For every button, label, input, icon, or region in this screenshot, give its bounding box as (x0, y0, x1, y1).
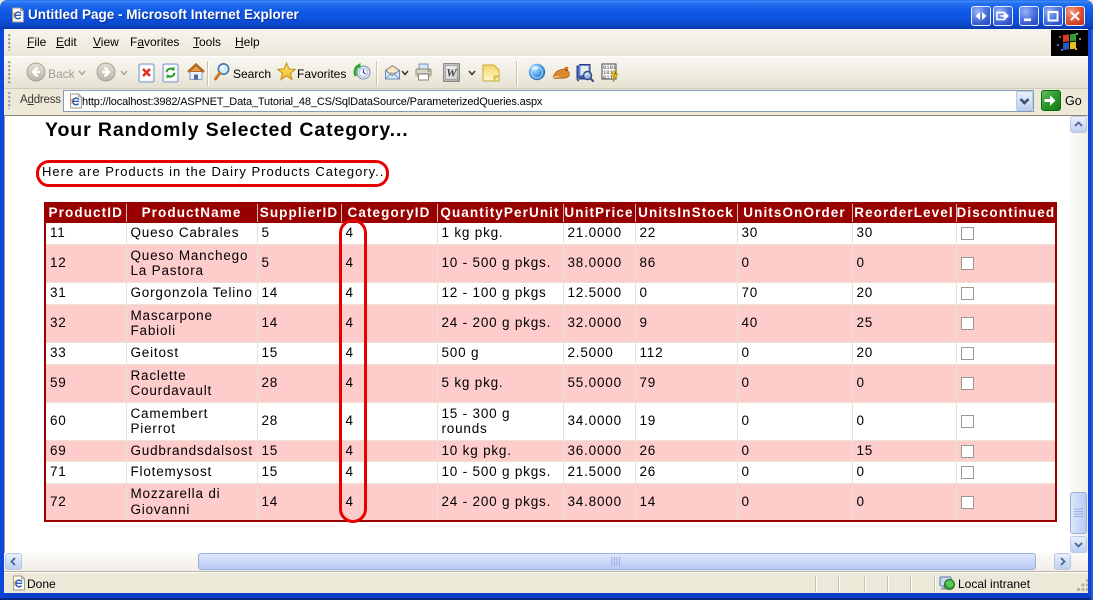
svg-text:W: W (446, 66, 458, 80)
